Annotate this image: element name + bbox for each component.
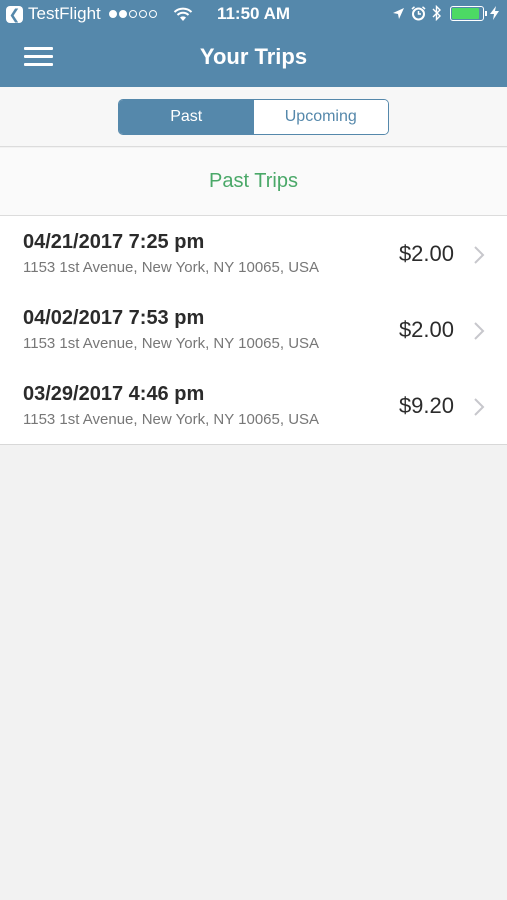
- trip-price: $2.00: [398, 241, 454, 266]
- segment-bar: Past Upcoming: [0, 87, 507, 147]
- battery-icon: [450, 5, 487, 21]
- list-item[interactable]: 04/21/2017 7:25 pm 1153 1st Avenue, New …: [0, 216, 507, 292]
- tab-upcoming[interactable]: Upcoming: [253, 100, 388, 134]
- section-title: Past Trips: [0, 148, 507, 216]
- chevron-right-icon: [474, 398, 485, 416]
- trip-datetime: 03/29/2017 4:46 pm: [23, 383, 205, 405]
- trip-address: 1153 1st Avenue, New York, NY 10065, USA: [23, 335, 320, 352]
- list-item[interactable]: 03/29/2017 4:46 pm 1153 1st Avenue, New …: [0, 368, 507, 444]
- location-arrow-icon: [393, 7, 404, 19]
- trips-segmented-control: Past Upcoming: [118, 99, 389, 135]
- bluetooth-icon: [432, 5, 441, 21]
- chevron-right-icon: [474, 322, 485, 340]
- list-item[interactable]: 04/02/2017 7:53 pm 1153 1st Avenue, New …: [0, 292, 507, 368]
- trip-datetime: 04/21/2017 7:25 pm: [23, 231, 205, 253]
- tab-past[interactable]: Past: [119, 100, 254, 134]
- trip-price: $9.20: [398, 393, 454, 418]
- charging-bolt-icon: [490, 6, 499, 20]
- trip-address: 1153 1st Avenue, New York, NY 10065, USA: [23, 259, 320, 276]
- top-bar: ❮ TestFlight 11:50 AM Your Trips: [0, 0, 507, 87]
- chevron-right-icon: [474, 246, 485, 264]
- trip-address: 1153 1st Avenue, New York, NY 10065, USA: [23, 411, 320, 428]
- page-title: Your Trips: [199, 44, 308, 69]
- trip-datetime: 04/02/2017 7:53 pm: [23, 307, 205, 329]
- trips-list: 04/21/2017 7:25 pm 1153 1st Avenue, New …: [0, 216, 507, 445]
- status-bar: ❮ TestFlight 11:50 AM: [0, 0, 507, 30]
- alarm-clock-icon: [411, 5, 426, 20]
- trip-price: $2.00: [398, 317, 454, 342]
- status-right: [386, 5, 499, 21]
